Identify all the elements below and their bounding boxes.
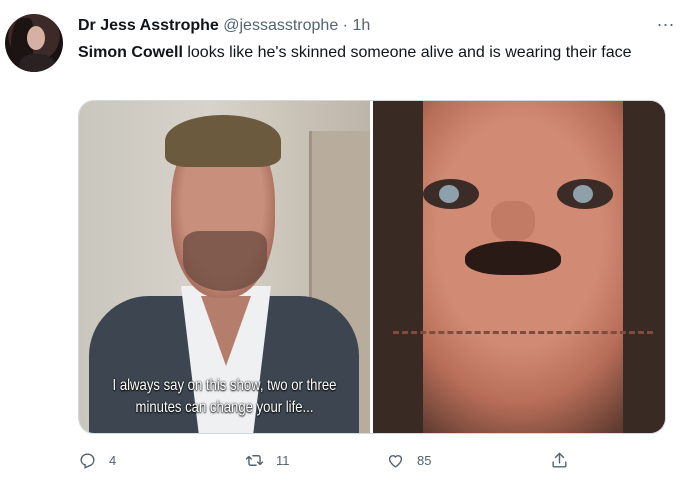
like-icon	[388, 454, 403, 468]
caption-line-1: I always say on this show, two or three	[112, 377, 337, 394]
tweet[interactable]: Dr Jess Asstrophe @jessasstrophe · 1h ..…	[0, 0, 697, 486]
media-image-right[interactable]	[373, 101, 665, 433]
timestamp[interactable]: 1h	[352, 17, 370, 34]
display-name[interactable]: Dr Jess Asstrophe	[78, 17, 219, 34]
tweet-media[interactable]: I always say on this show, two or three …	[78, 100, 666, 434]
like-button[interactable]: 85	[386, 448, 431, 472]
reply-button[interactable]: 4	[78, 448, 116, 472]
retweet-count: 11	[276, 452, 290, 468]
reply-icon	[80, 452, 95, 469]
tweet-text-body: looks like he's skinned someone alive an…	[182, 44, 632, 61]
avatar[interactable]	[5, 14, 63, 72]
separator: ·	[342, 17, 348, 34]
reply-count: 4	[109, 452, 117, 468]
tweet-text-bold: Simon Cowell	[78, 44, 183, 61]
retweet-button[interactable]: 11	[245, 448, 290, 472]
tweet-actions: 4 11 85	[78, 448, 668, 472]
video-caption: I always say on this show, two or three …	[105, 375, 344, 419]
retweet-icon	[245, 454, 264, 466]
like-count: 85	[417, 452, 432, 468]
tweet-text: Simon Cowell looks like he's skinned som…	[78, 41, 658, 64]
more-icon[interactable]: ...	[657, 10, 675, 31]
share-icon	[552, 452, 567, 468]
tweet-header: Dr Jess Asstrophe @jessasstrophe · 1h	[78, 15, 370, 37]
caption-line-2: minutes can change your life...	[135, 399, 314, 416]
share-button[interactable]	[550, 448, 569, 472]
user-handle[interactable]: @jessasstrophe	[223, 17, 338, 34]
media-image-left[interactable]: I always say on this show, two or three …	[79, 101, 370, 433]
